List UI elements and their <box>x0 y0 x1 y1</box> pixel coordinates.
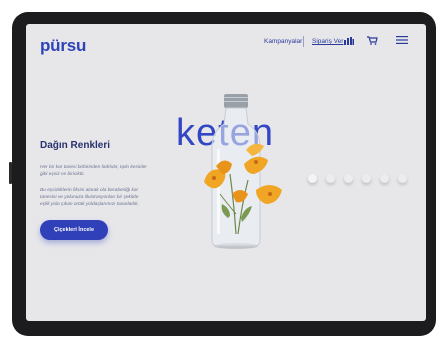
carousel-dot[interactable] <box>326 174 335 183</box>
carousel-dots <box>308 174 407 183</box>
nav-campaigns-link[interactable]: Kampanyalar <box>264 38 302 45</box>
water-bottle-image <box>204 94 282 249</box>
bottles-icon[interactable] <box>344 37 354 45</box>
logo[interactable]: pürsu <box>40 36 86 56</box>
carousel-dot[interactable] <box>362 174 371 183</box>
app-screen: pürsu Kampanyalar Sipariş Ver Dağın Renk… <box>26 24 426 321</box>
hamburger-menu-icon[interactable] <box>396 36 408 44</box>
hero-paragraph-2: Bu eşsizliklerin fikrini alarak ola bera… <box>40 188 139 207</box>
nav-order-link[interactable]: Sipariş Ver <box>312 38 343 45</box>
cart-icon[interactable] <box>367 36 378 45</box>
nav-divider <box>303 36 304 47</box>
explore-flowers-button[interactable]: Çiçekleri İncele <box>40 220 108 240</box>
side-button <box>9 162 12 184</box>
carousel-dot[interactable] <box>308 174 317 183</box>
hero-paragraph-1: Her bir kar tanesi birbirinden farklıdır… <box>40 165 147 177</box>
hero-headline: Dağın Renkleri <box>40 140 111 151</box>
carousel-dot[interactable] <box>398 174 407 183</box>
carousel-dot[interactable] <box>380 174 389 183</box>
carousel-dot[interactable] <box>344 174 353 183</box>
